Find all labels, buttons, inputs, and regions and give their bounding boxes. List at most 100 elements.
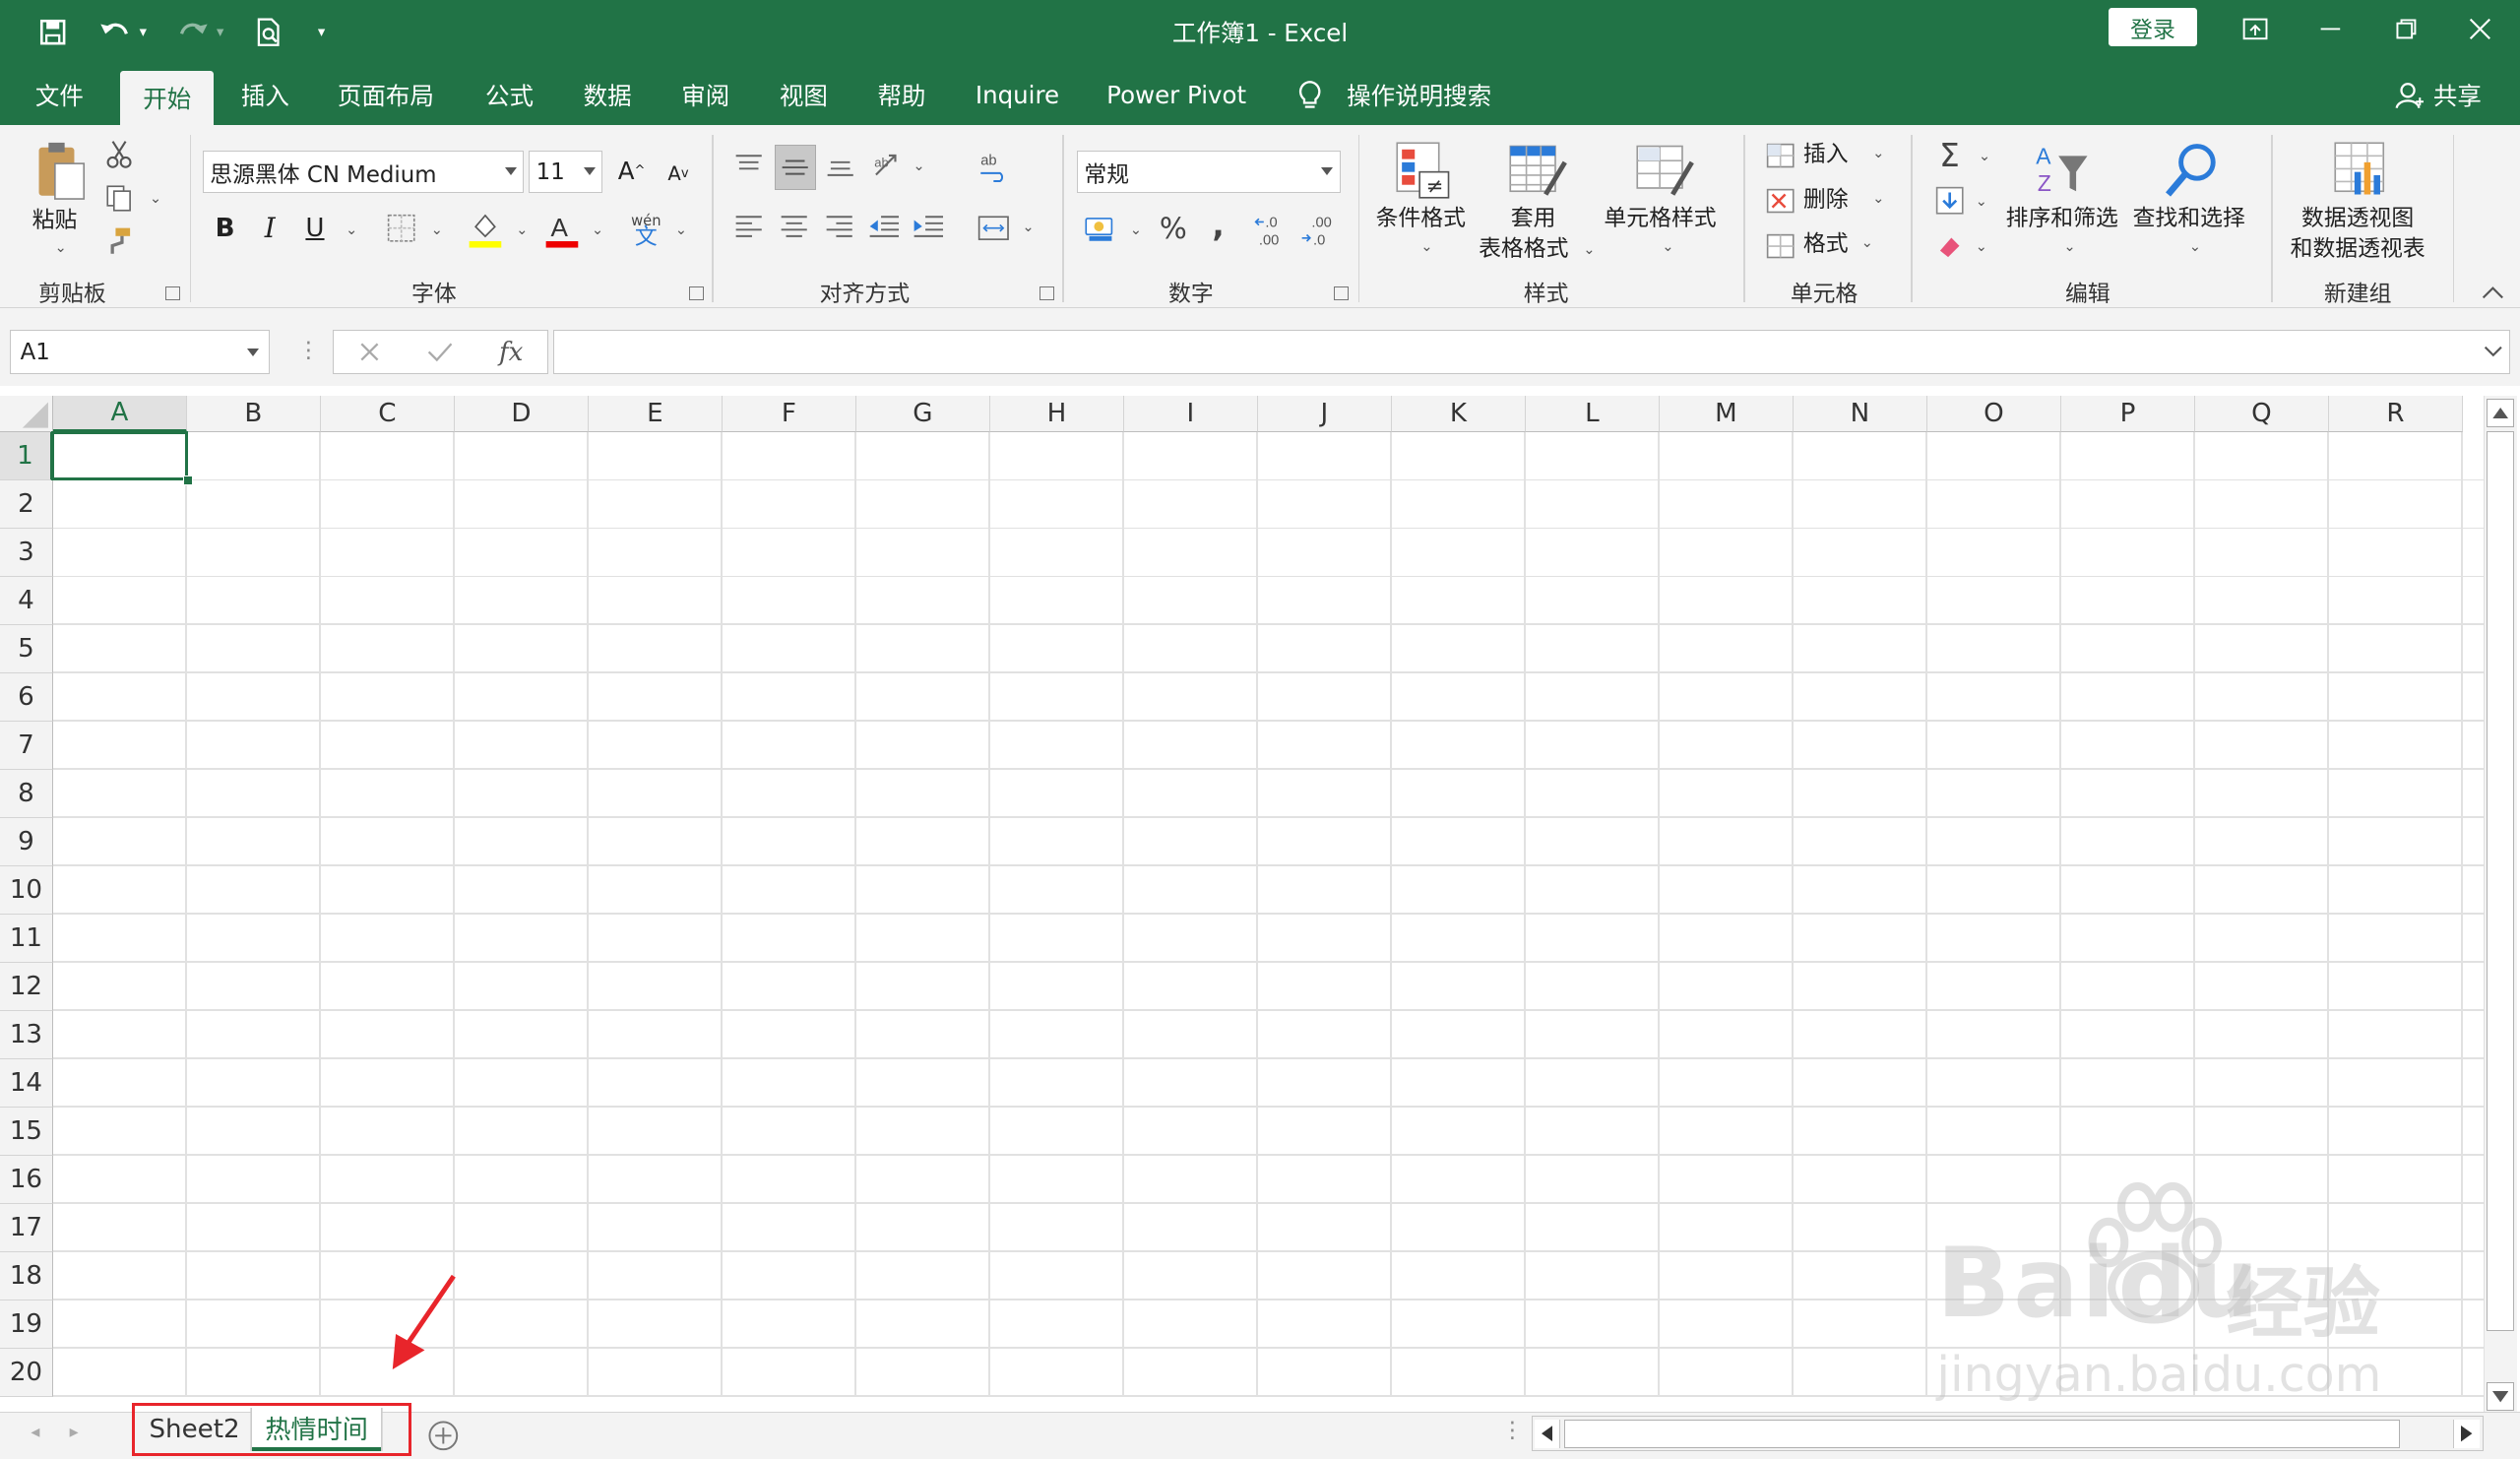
- column-header-d[interactable]: D: [454, 395, 589, 433]
- share-button[interactable]: 共享: [2395, 64, 2482, 125]
- sort-filter-icon[interactable]: AZ: [2032, 138, 2096, 202]
- minimize-icon[interactable]: [2306, 10, 2355, 48]
- row-header-20[interactable]: 20: [0, 1348, 53, 1397]
- login-button[interactable]: 登录: [2109, 8, 2197, 47]
- percent-style-button[interactable]: %: [1154, 209, 1192, 247]
- row-header-17[interactable]: 17: [0, 1203, 53, 1252]
- tab-view[interactable]: 视图: [760, 64, 847, 125]
- row-header-19[interactable]: 19: [0, 1300, 53, 1349]
- clipboard-launcher-icon[interactable]: [165, 285, 180, 301]
- alignment-launcher-icon[interactable]: [1040, 285, 1055, 301]
- merge-center-icon[interactable]: [974, 209, 1012, 247]
- column-header-m[interactable]: M: [1659, 395, 1794, 433]
- tab-file[interactable]: 文件: [16, 64, 102, 125]
- insert-function-button[interactable]: fx: [490, 333, 532, 371]
- format-as-table-icon[interactable]: [1506, 138, 1570, 202]
- column-header-f[interactable]: F: [722, 395, 856, 433]
- column-header-l[interactable]: L: [1525, 395, 1660, 433]
- row-header-16[interactable]: 16: [0, 1155, 53, 1204]
- scroll-down-icon[interactable]: [2486, 1382, 2514, 1412]
- column-header-k[interactable]: K: [1391, 395, 1526, 433]
- decrease-indent-icon[interactable]: [866, 209, 902, 244]
- column-header-b[interactable]: B: [186, 395, 321, 433]
- name-box[interactable]: A1: [9, 329, 271, 375]
- clear-icon[interactable]: [1932, 228, 1968, 264]
- close-icon[interactable]: [2456, 10, 2504, 48]
- next-sheet-icon[interactable]: ▸: [61, 1418, 87, 1446]
- font-name-dropdown[interactable]: 思源黑体 CN Medium: [202, 151, 525, 193]
- underline-button[interactable]: U: [299, 209, 332, 247]
- active-cell-a1[interactable]: [51, 430, 188, 481]
- scroll-right-icon[interactable]: [2452, 1419, 2481, 1449]
- column-header-q[interactable]: Q: [2194, 395, 2329, 433]
- font-color-icon[interactable]: A: [543, 209, 582, 250]
- align-left-icon[interactable]: [731, 209, 767, 244]
- column-header-h[interactable]: H: [989, 395, 1124, 433]
- tab-review[interactable]: 审阅: [662, 64, 749, 125]
- column-header-i[interactable]: I: [1123, 395, 1258, 433]
- accounting-format-icon[interactable]: [1080, 209, 1121, 247]
- cancel-entry-icon[interactable]: [353, 336, 386, 368]
- new-sheet-icon[interactable]: [426, 1418, 462, 1453]
- row-header-9[interactable]: 9: [0, 818, 53, 866]
- tab-home[interactable]: 开始: [120, 70, 215, 126]
- font-size-dropdown[interactable]: 11: [529, 151, 603, 193]
- row-header-7[interactable]: 7: [0, 722, 53, 771]
- row-header-15[interactable]: 15: [0, 1107, 53, 1156]
- format-cells-icon[interactable]: [1765, 231, 1797, 260]
- insert-cells-icon[interactable]: [1765, 142, 1797, 170]
- row-header-8[interactable]: 8: [0, 770, 53, 819]
- number-launcher-icon[interactable]: [1334, 285, 1349, 301]
- conditional-formatting-icon[interactable]: ≠: [1392, 138, 1456, 202]
- column-header-a[interactable]: A: [52, 395, 187, 433]
- fill-handle[interactable]: [183, 476, 193, 486]
- row-header-3[interactable]: 3: [0, 529, 53, 578]
- increase-decimal-icon[interactable]: .0.00: [1253, 209, 1292, 250]
- align-center-icon[interactable]: [777, 209, 812, 244]
- column-header-r[interactable]: R: [2328, 395, 2463, 433]
- expand-formula-bar-icon[interactable]: [2480, 338, 2505, 366]
- row-header-2[interactable]: 2: [0, 480, 53, 530]
- align-middle-icon[interactable]: [774, 144, 817, 190]
- tab-inquire[interactable]: Inquire: [961, 64, 1073, 125]
- wrap-text-icon[interactable]: ab: [974, 148, 1012, 186]
- row-header-5[interactable]: 5: [0, 625, 53, 674]
- comma-style-button[interactable]: ,: [1204, 206, 1232, 244]
- select-all-corner[interactable]: [0, 395, 53, 433]
- increase-indent-icon[interactable]: [912, 209, 947, 244]
- column-header-o[interactable]: O: [1926, 395, 2061, 433]
- column-header-j[interactable]: J: [1257, 395, 1392, 433]
- tab-formulas[interactable]: 公式: [466, 64, 552, 125]
- fill-color-icon[interactable]: [466, 209, 504, 250]
- cell-styles-icon[interactable]: [1633, 138, 1697, 202]
- align-top-icon[interactable]: [731, 148, 767, 183]
- column-header-n[interactable]: N: [1793, 395, 1927, 433]
- borders-icon[interactable]: [386, 213, 418, 245]
- scroll-left-icon[interactable]: [1535, 1419, 1561, 1449]
- tab-help[interactable]: 帮助: [858, 64, 945, 125]
- bold-button[interactable]: B: [209, 209, 241, 247]
- confirm-entry-icon[interactable]: [424, 336, 457, 368]
- scroll-up-icon[interactable]: [2486, 398, 2514, 428]
- decrease-decimal-icon[interactable]: .00.0: [1300, 209, 1339, 250]
- find-select-icon[interactable]: [2160, 138, 2224, 202]
- column-header-g[interactable]: G: [855, 395, 990, 433]
- horizontal-scroll-thumb[interactable]: [1563, 1419, 2400, 1449]
- row-header-4[interactable]: 4: [0, 577, 53, 626]
- align-right-icon[interactable]: [821, 209, 856, 244]
- orientation-icon[interactable]: ab: [869, 148, 905, 183]
- row-header-11[interactable]: 11: [0, 915, 53, 963]
- row-header-10[interactable]: 10: [0, 866, 53, 915]
- grow-font-icon[interactable]: A ^: [615, 151, 648, 189]
- row-header-14[interactable]: 14: [0, 1058, 53, 1108]
- row-header-6[interactable]: 6: [0, 673, 53, 723]
- tab-insert[interactable]: 插入: [221, 64, 308, 125]
- autosum-icon[interactable]: Σ: [1932, 137, 1968, 174]
- tab-page-layout[interactable]: 页面布局: [322, 64, 451, 125]
- row-header-13[interactable]: 13: [0, 1010, 53, 1059]
- restore-icon[interactable]: [2382, 10, 2430, 48]
- collapse-ribbon-icon[interactable]: [2480, 283, 2505, 302]
- number-format-dropdown[interactable]: 常规: [1076, 151, 1341, 193]
- vertical-scroll-thumb[interactable]: [2486, 430, 2514, 1331]
- tab-power-pivot[interactable]: Power Pivot: [1097, 64, 1257, 125]
